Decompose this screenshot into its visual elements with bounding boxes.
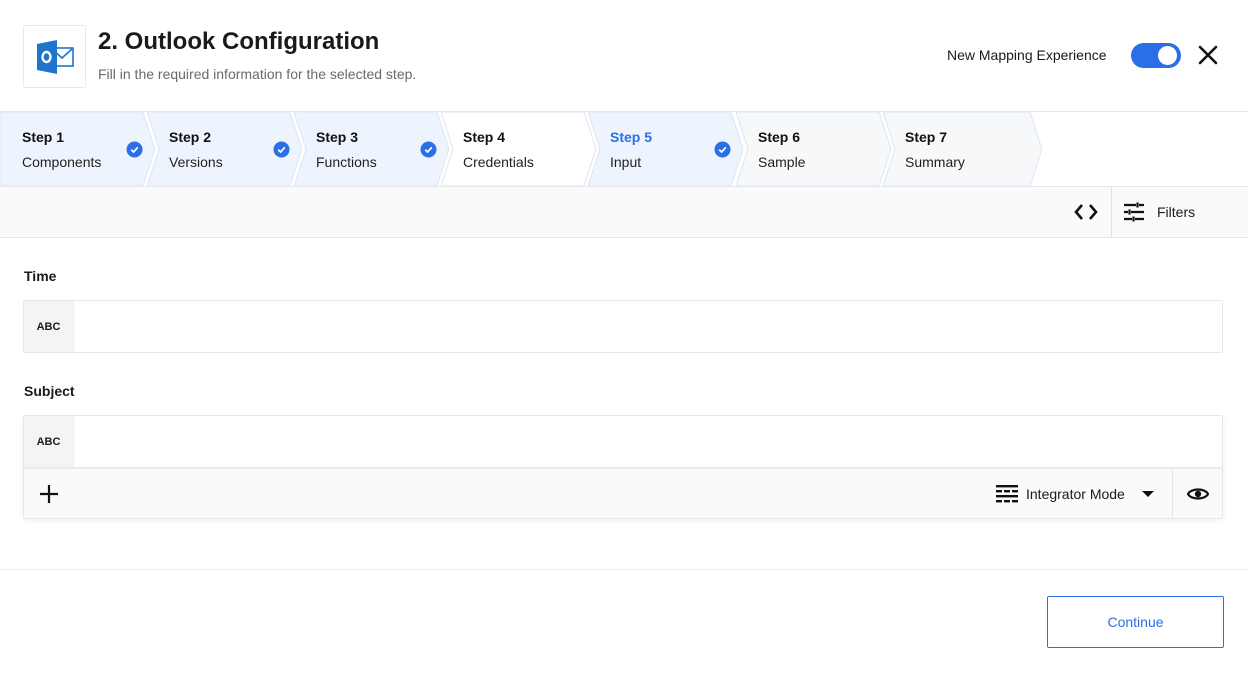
subject-footer: Integrator Mode bbox=[24, 468, 1222, 519]
step-5[interactable]: Step 5 Input bbox=[588, 112, 744, 186]
sliders-icon bbox=[1124, 202, 1144, 222]
list-icon bbox=[996, 485, 1018, 503]
eye-icon bbox=[1186, 488, 1209, 500]
step-number: Step 5 bbox=[610, 129, 653, 145]
add-button[interactable] bbox=[36, 481, 62, 507]
mode-label: Integrator Mode bbox=[1026, 486, 1125, 502]
check-circle-icon bbox=[273, 141, 290, 158]
step-number: Step 7 bbox=[905, 129, 948, 145]
step-name: Components bbox=[22, 154, 102, 170]
subject-card: ABC Integrator Mode bbox=[23, 415, 1223, 519]
caret-down-icon bbox=[1142, 491, 1154, 497]
step-6[interactable]: Step 6 Sample bbox=[736, 112, 892, 186]
step-number: Step 2 bbox=[169, 129, 212, 145]
step-7[interactable]: Step 7 Summary bbox=[883, 112, 1043, 186]
step-number: Step 6 bbox=[758, 129, 801, 145]
step-number: Step 3 bbox=[316, 129, 359, 145]
step-name: Functions bbox=[316, 154, 377, 170]
step-shape bbox=[736, 112, 892, 186]
toggle-knob bbox=[1158, 46, 1177, 65]
check-circle-icon bbox=[420, 141, 437, 158]
new-mapping-label: New Mapping Experience bbox=[947, 47, 1107, 63]
step-name: Input bbox=[610, 154, 642, 170]
outlook-logo-icon bbox=[36, 39, 74, 74]
preview-button[interactable] bbox=[1173, 469, 1222, 519]
subject-label: Subject bbox=[24, 383, 75, 399]
step-4[interactable]: Step 4 Credentials bbox=[441, 112, 597, 186]
code-icon bbox=[1074, 204, 1098, 220]
filters-label: Filters bbox=[1157, 204, 1196, 220]
mapping-toolbar: Filters bbox=[0, 187, 1248, 238]
close-icon bbox=[1198, 45, 1218, 65]
step-1[interactable]: Step 1 Components bbox=[0, 112, 156, 186]
step-number: Step 1 bbox=[22, 129, 65, 145]
outlook-logo bbox=[23, 25, 86, 88]
plus-icon bbox=[40, 485, 58, 503]
step-shape bbox=[441, 112, 597, 186]
type-badge[interactable]: ABC bbox=[24, 416, 74, 467]
step-3[interactable]: Step 3 Functions bbox=[294, 112, 450, 186]
page-title: 2. Outlook Configuration bbox=[98, 28, 380, 55]
page-subtitle: Fill in the required information for the… bbox=[98, 66, 417, 82]
subject-field: ABC bbox=[23, 415, 1223, 468]
continue-button[interactable]: Continue bbox=[1047, 596, 1224, 648]
check-circle-icon bbox=[126, 141, 143, 158]
time-field: ABC bbox=[23, 300, 1223, 353]
new-mapping-toggle[interactable] bbox=[1131, 43, 1181, 68]
check-circle-icon bbox=[714, 141, 731, 158]
step-name: Sample bbox=[758, 154, 806, 170]
step-number: Step 4 bbox=[463, 129, 506, 145]
time-input[interactable] bbox=[75, 301, 1222, 352]
time-label: Time bbox=[24, 268, 57, 284]
step-name: Summary bbox=[905, 154, 965, 170]
subject-input[interactable] bbox=[75, 416, 1222, 467]
footer-divider-line bbox=[0, 569, 1248, 570]
config-header: 2. Outlook Configuration Fill in the req… bbox=[0, 0, 1248, 112]
step-name: Credentials bbox=[463, 154, 534, 170]
step-name: Versions bbox=[169, 154, 223, 170]
step-2[interactable]: Step 2 Versions bbox=[147, 112, 303, 186]
filters-button[interactable]: Filters bbox=[1112, 187, 1248, 237]
code-view-button[interactable] bbox=[1062, 187, 1110, 237]
close-button[interactable] bbox=[1196, 43, 1220, 67]
step-shape bbox=[883, 112, 1043, 186]
mode-select[interactable]: Integrator Mode bbox=[986, 469, 1172, 519]
type-badge[interactable]: ABC bbox=[24, 301, 74, 352]
step-navigator: Step 1 Components Step 2 Versions Step 3… bbox=[0, 112, 1248, 187]
